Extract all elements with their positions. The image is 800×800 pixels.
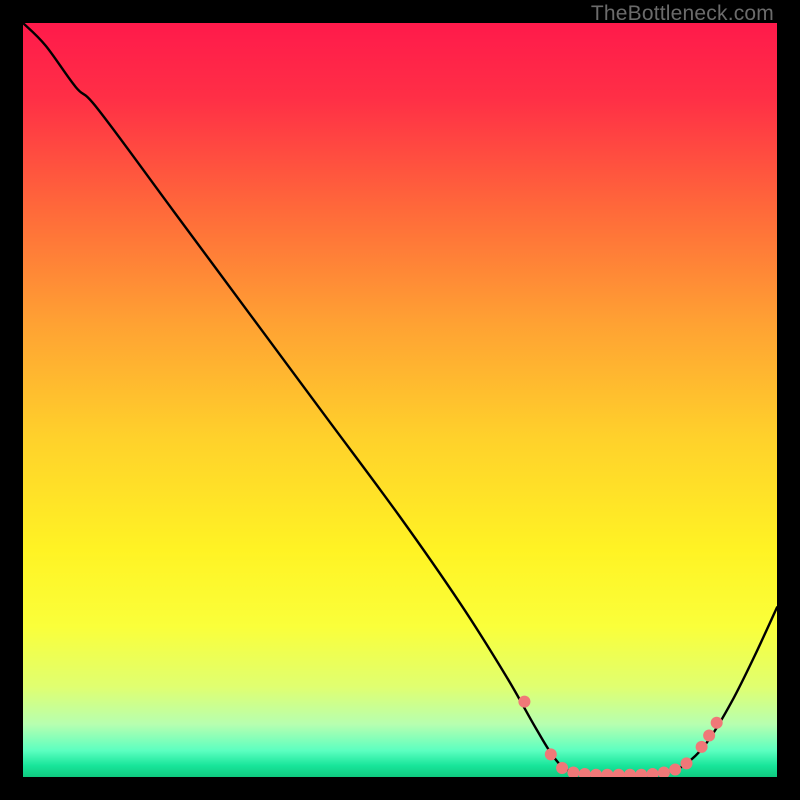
data-marker bbox=[696, 741, 708, 753]
data-marker bbox=[669, 763, 681, 775]
data-marker bbox=[556, 762, 568, 774]
watermark-label: TheBottleneck.com bbox=[591, 2, 774, 26]
data-marker bbox=[681, 757, 693, 769]
data-marker bbox=[545, 748, 557, 760]
chart-frame bbox=[23, 23, 777, 777]
gradient-background bbox=[23, 23, 777, 777]
bottleneck-chart bbox=[23, 23, 777, 777]
data-marker bbox=[711, 717, 723, 729]
data-marker bbox=[703, 730, 715, 742]
data-marker bbox=[518, 696, 530, 708]
